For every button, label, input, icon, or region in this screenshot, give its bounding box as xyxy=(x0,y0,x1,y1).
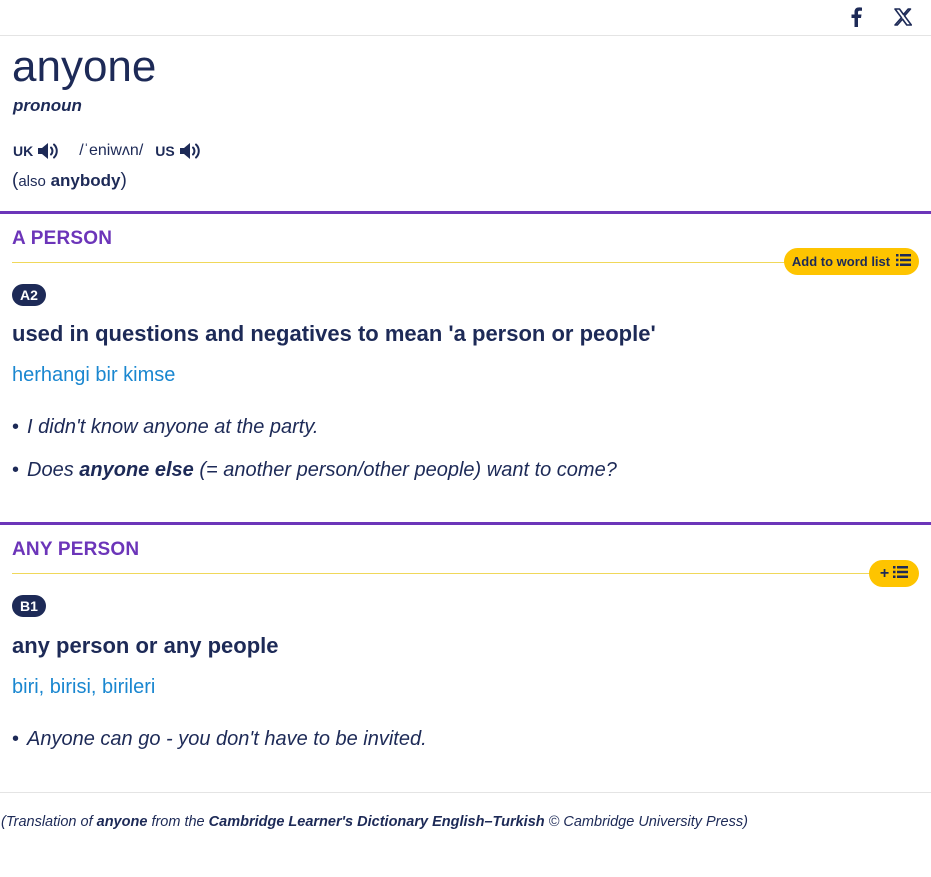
sense-divider xyxy=(0,211,931,214)
guideword-underline xyxy=(12,573,882,574)
uk-audio-speaker-icon[interactable] xyxy=(37,141,61,161)
part-of-speech: pronoun xyxy=(13,96,82,115)
cefr-level-badge: B1 xyxy=(12,595,46,617)
alt-close-paren: ) xyxy=(120,170,127,191)
also-label: also xyxy=(18,173,46,190)
add-to-word-list-label: Add to word list xyxy=(791,254,891,269)
add-plus-label: + xyxy=(879,564,890,582)
example-bullet: • xyxy=(12,728,20,750)
example-text: I didn't know anyone at the party. xyxy=(27,416,319,438)
add-to-word-list-button[interactable]: Add to word list xyxy=(784,248,919,275)
definition: any person or any people xyxy=(12,633,279,658)
example-bullet: • xyxy=(12,459,20,481)
pronunciation: UK /ˈeniwʌn/ US xyxy=(13,138,203,164)
facebook-icon[interactable] xyxy=(846,6,866,28)
translation: biri, birisi, birileri xyxy=(12,676,156,698)
example-bullet: • xyxy=(12,416,20,438)
credit-from: from the xyxy=(151,814,205,830)
credit-word: anyone xyxy=(96,814,148,830)
cefr-level-badge: A2 xyxy=(12,284,46,306)
guideword: ANY PERSON xyxy=(12,539,140,560)
list-icon xyxy=(893,566,909,581)
example-text-start: Does xyxy=(27,459,74,481)
uk-region-label: UK xyxy=(13,143,34,159)
example-text-end: (= another person/other people) want to … xyxy=(199,459,617,481)
example-phrase: anyone else xyxy=(79,459,194,481)
list-icon xyxy=(896,254,912,269)
guideword-underline xyxy=(12,262,797,263)
sense-divider xyxy=(0,522,931,525)
add-to-word-list-button[interactable]: + xyxy=(869,560,919,587)
definition: used in questions and negatives to mean … xyxy=(12,321,656,346)
us-audio-speaker-icon[interactable] xyxy=(179,141,203,161)
headword: anyone xyxy=(12,42,157,91)
x-twitter-icon[interactable] xyxy=(892,6,914,28)
guideword: A PERSON xyxy=(12,228,113,249)
alternative-form: (also anybody) xyxy=(12,170,127,192)
translation-credit: (Translation of anyone from the Cambridg… xyxy=(1,814,748,830)
example-sentence: • Anyone can go - you don't have to be in… xyxy=(12,728,427,751)
share-bar xyxy=(0,0,931,36)
translation: herhangi bir kimse xyxy=(12,364,176,386)
credit-dictionary-name: Cambridge Learner's Dictionary English–T… xyxy=(208,814,545,830)
ipa-transcription: /ˈeniwʌn/ xyxy=(79,142,144,159)
credit-copyright: © Cambridge University Press) xyxy=(548,814,748,830)
credit-prefix: (Translation of xyxy=(1,814,93,830)
example-sentence: • Does anyone else (= another person/othe… xyxy=(12,459,617,482)
us-region-label: US xyxy=(155,143,175,159)
example-sentence: • I didn't know anyone at the party. xyxy=(12,416,318,439)
example-text: Anyone can go - you don't have to be inv… xyxy=(27,728,427,750)
footer-divider xyxy=(0,792,931,793)
alternative-word[interactable]: anybody xyxy=(51,171,121,190)
